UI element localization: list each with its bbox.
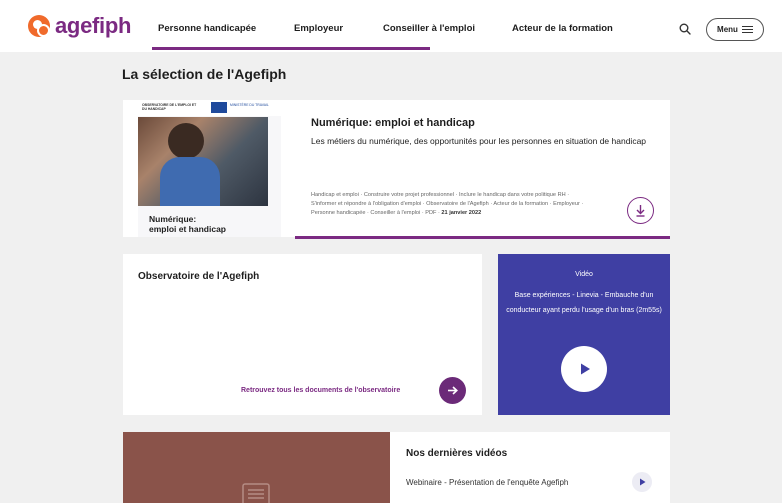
cover-title-line1: Numérique: — [149, 214, 197, 224]
play-icon — [640, 478, 646, 486]
latest-video-item[interactable]: Webinaire - Présentation de l'enquête Ag… — [406, 478, 568, 487]
featured-card-accent — [295, 236, 670, 239]
marianne-logo — [211, 102, 227, 113]
nav-conseiller-emploi[interactable]: Conseiller à l'emploi — [383, 23, 475, 34]
featured-tags: Handicap et emploi · Construire votre pr… — [311, 191, 586, 218]
featured-title[interactable]: Numérique: emploi et handicap — [311, 117, 475, 129]
publication-date: 21 janvier 2022 — [441, 210, 482, 216]
search-icon[interactable] — [679, 23, 691, 35]
hamburger-icon — [741, 25, 753, 34]
publication-cover[interactable]: OBSERVATOIRE DE L'EMPLOI ET DU HANDICAP … — [138, 100, 281, 237]
menu-label: Menu — [717, 25, 738, 34]
cover-title: Numérique: emploi et handicap — [149, 214, 226, 234]
cover-org: OBSERVATOIRE DE L'EMPLOI ET DU HANDICAP — [142, 103, 197, 111]
download-icon — [636, 204, 644, 217]
menu-button[interactable]: Menu — [706, 18, 764, 41]
active-nav-indicator — [152, 47, 430, 50]
nav-acteur-formation[interactable]: Acteur de la formation — [512, 23, 613, 34]
cover-ministry: MINISTÈRE DU TRAVAIL — [230, 103, 269, 107]
site-header: agefiph Personne handicapée Employeur Co… — [0, 0, 782, 52]
observatoire-link[interactable]: Retrouvez tous les documents de l'observ… — [241, 387, 400, 394]
observatoire-arrow-button[interactable] — [439, 377, 466, 404]
play-icon — [581, 363, 590, 375]
video-play-button[interactable] — [561, 346, 607, 392]
logo-icon — [28, 15, 50, 37]
arrow-right-icon — [448, 386, 458, 395]
download-button[interactable] — [627, 197, 654, 224]
video-label: Vidéo — [575, 271, 593, 278]
latest-videos-card — [390, 432, 670, 503]
video-title[interactable]: Base expériences - Linevia - Embauche d'… — [504, 288, 664, 318]
cover-title-line2: emploi et handicap — [149, 224, 226, 234]
nav-personne-handicapee[interactable]: Personne handicapée — [158, 23, 256, 34]
observatoire-title: Observatoire de l'Agefiph — [138, 271, 260, 282]
cover-photo — [138, 117, 268, 206]
latest-video-play-button[interactable] — [632, 472, 652, 492]
page-title: La sélection de l'Agefiph — [122, 66, 287, 82]
featured-description: Les métiers du numérique, des opportunit… — [311, 136, 647, 146]
document-icon — [242, 483, 270, 503]
nav-employeur[interactable]: Employeur — [294, 23, 343, 34]
logo-text: agefiph — [55, 13, 132, 38]
latest-videos-title: Nos dernières vidéos — [406, 448, 508, 459]
agefiph-logo[interactable]: agefiph — [28, 13, 131, 39]
